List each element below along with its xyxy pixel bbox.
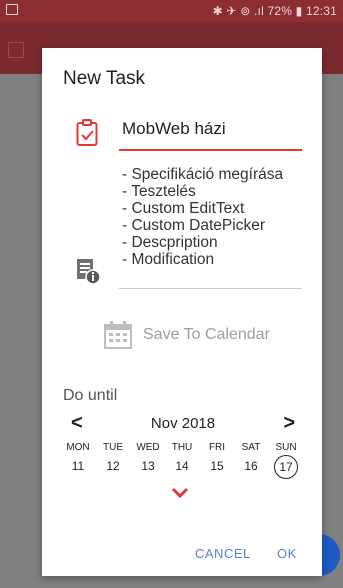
status-bar: ✱ ✈ ⊚ .ıl 72% ▮ 12:31 xyxy=(0,0,343,22)
day-sun-selected[interactable]: SUN 17 xyxy=(271,442,301,479)
next-week-button[interactable]: > xyxy=(283,412,295,435)
day-mon[interactable]: MON 11 xyxy=(63,442,93,473)
save-to-calendar-label: Save To Calendar xyxy=(143,326,270,343)
day-date: 15 xyxy=(210,459,224,473)
day-name: SAT xyxy=(241,442,261,453)
new-task-dialog: New Task MobWeb házi - Specifikáció megí… xyxy=(42,48,322,576)
day-sat[interactable]: SAT 16 xyxy=(236,442,266,473)
description-line: - Descpription xyxy=(122,234,218,251)
month-label: Nov 2018 xyxy=(150,415,216,432)
day-name: FRI xyxy=(208,442,226,453)
day-wed[interactable]: WED 13 xyxy=(133,442,163,473)
app-bar-icon xyxy=(8,42,24,58)
day-name: TUE xyxy=(103,442,123,453)
cancel-button[interactable]: CANCEL xyxy=(195,546,251,561)
save-to-calendar-button[interactable]: Save To Calendar xyxy=(103,320,293,352)
day-name: WED xyxy=(136,442,160,453)
day-tue[interactable]: TUE 12 xyxy=(98,442,128,473)
week-strip: MON 11 TUE 12 WED 13 THU 14 FRI 15 SAT 16 SUN 1… xyxy=(63,442,303,482)
dialog-actions: CANCEL OK xyxy=(42,542,322,566)
day-date: 12 xyxy=(106,459,120,473)
day-name: THU xyxy=(171,442,193,453)
day-date: 11 xyxy=(71,459,85,473)
day-name: SUN xyxy=(275,442,297,453)
description-line: - Tesztelés xyxy=(122,183,196,200)
description-line: - Custom EditText xyxy=(122,200,245,217)
gallery-icon xyxy=(6,4,18,15)
do-until-label: Do until xyxy=(63,387,118,404)
dialog-title: New Task xyxy=(63,68,146,89)
day-date: 16 xyxy=(244,459,258,473)
task-description-input[interactable]: - Specifikáció megírása - Tesztelés - Cu… xyxy=(119,166,302,289)
day-date: 13 xyxy=(141,459,155,473)
calendar-icon xyxy=(104,321,132,349)
day-fri[interactable]: FRI 15 xyxy=(202,442,232,473)
task-name-input[interactable]: MobWeb házi xyxy=(119,115,302,151)
description-line: - Specifikáció megírása xyxy=(122,166,284,183)
day-thu[interactable]: THU 14 xyxy=(167,442,197,473)
ok-button[interactable]: OK xyxy=(277,546,297,561)
task-name-value: MobWeb házi xyxy=(122,119,226,138)
document-info-icon xyxy=(77,259,101,285)
description-line: - Modification xyxy=(122,251,215,268)
chevron-down-icon[interactable] xyxy=(170,486,190,500)
description-line: - Custom DatePicker xyxy=(122,217,265,234)
day-date: 14 xyxy=(175,459,189,473)
day-date: 17 xyxy=(274,455,298,479)
day-name: MON xyxy=(66,442,90,453)
calendar-navigation: < Nov 2018 > xyxy=(63,412,303,436)
clipboard-check-icon xyxy=(76,119,98,146)
status-indicators: ✱ ✈ ⊚ .ıl 72% ▮ 12:31 xyxy=(212,4,337,18)
